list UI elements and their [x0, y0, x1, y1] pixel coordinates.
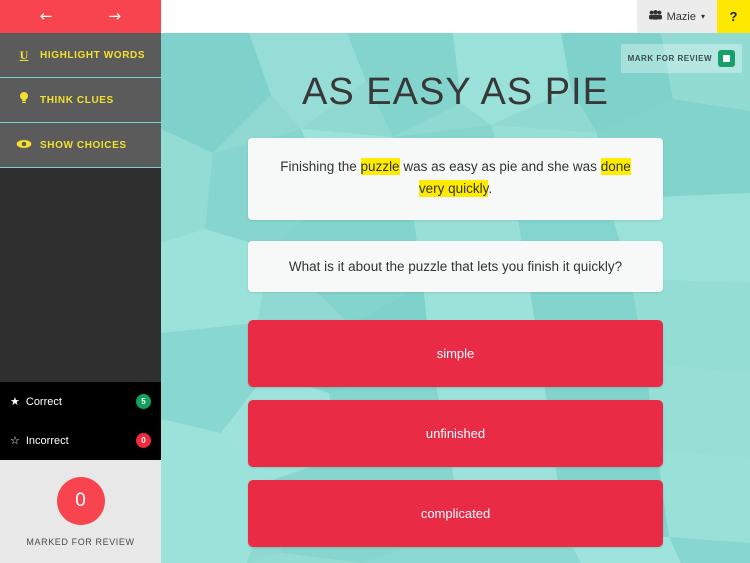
user-menu-dropdown[interactable]: Mazie ▾	[636, 0, 717, 33]
sidebar-item-label: THINK CLUES	[40, 94, 114, 106]
underline-u-icon: U	[19, 47, 29, 62]
eye-icon	[8, 138, 40, 153]
question-stage: MARK FOR REVIEW AS EASY AS PIE Finishing…	[161, 33, 750, 563]
marked-for-review-count: 0	[56, 476, 105, 525]
answer-choices: simple unfinished complicated	[248, 319, 663, 547]
sentence-part: was as easy as pie and she was	[399, 159, 601, 174]
star-outline-icon: ☆	[10, 434, 20, 447]
navigation-arrows: ← →	[0, 0, 161, 33]
stat-correct-label: Correct	[25, 395, 62, 408]
sidebar: ← → U HIGHLIGHT WORDS THINK CLUES SHOW C…	[0, 0, 161, 563]
sidebar-item-think-clues[interactable]: THINK CLUES	[0, 78, 161, 123]
stat-incorrect: ☆ Incorrect 0	[10, 421, 151, 460]
stat-correct-count: 5	[136, 394, 151, 409]
help-button[interactable]: ?	[717, 0, 750, 33]
sentence-card: Finishing the puzzle was as easy as pie …	[248, 138, 663, 220]
next-button[interactable]: →	[109, 9, 122, 24]
sidebar-item-label: SHOW CHOICES	[40, 139, 127, 151]
user-name-label: Mazie	[666, 10, 696, 23]
question-text: What is it about the puzzle that lets yo…	[288, 258, 623, 274]
app-root: ← → U HIGHLIGHT WORDS THINK CLUES SHOW C…	[0, 0, 750, 563]
answer-choice-simple[interactable]: simple	[248, 319, 663, 387]
score-stats: ★ Correct 5 ☆ Incorrect 0	[0, 382, 161, 460]
mark-for-review-label: MARK FOR REVIEW	[627, 54, 712, 63]
prev-button[interactable]: ←	[40, 9, 53, 24]
answer-choice-unfinished[interactable]: unfinished	[248, 399, 663, 467]
stage-content: MARK FOR REVIEW AS EASY AS PIE Finishing…	[161, 33, 750, 563]
group-people-icon	[648, 10, 662, 23]
marked-for-review-panel: 0 MARKED FOR REVIEW	[0, 460, 161, 563]
star-filled-icon: ★	[10, 395, 20, 408]
tool-menu: U HIGHLIGHT WORDS THINK CLUES SHOW CHOIC…	[0, 33, 161, 168]
sentence-part: .	[488, 180, 493, 196]
sentence-part: Finishing the	[280, 159, 361, 174]
main-column: Mazie ▾ ? MARK FOR REVIEW AS EASY AS PIE…	[161, 0, 750, 563]
stat-correct: ★ Correct 5	[10, 382, 151, 421]
stop-square-icon	[718, 50, 735, 67]
highlighted-word: puzzle	[360, 158, 400, 175]
lightbulb-icon	[8, 91, 40, 109]
sidebar-item-label: HIGHLIGHT WORDS	[40, 49, 146, 61]
marked-for-review-caption: MARKED FOR REVIEW	[26, 536, 135, 547]
sidebar-item-highlight-words[interactable]: U HIGHLIGHT WORDS	[0, 33, 161, 78]
stat-incorrect-label: Incorrect	[25, 434, 69, 447]
stat-incorrect-count: 0	[136, 433, 151, 448]
sidebar-item-show-choices[interactable]: SHOW CHOICES	[0, 123, 161, 168]
sidebar-empty-area	[0, 168, 161, 382]
answer-choice-complicated[interactable]: complicated	[248, 479, 663, 547]
mark-for-review-button[interactable]: MARK FOR REVIEW	[620, 44, 742, 73]
chevron-down-icon: ▾	[700, 12, 705, 21]
question-card: What is it about the puzzle that lets yo…	[248, 240, 663, 292]
top-bar: Mazie ▾ ?	[161, 0, 750, 33]
